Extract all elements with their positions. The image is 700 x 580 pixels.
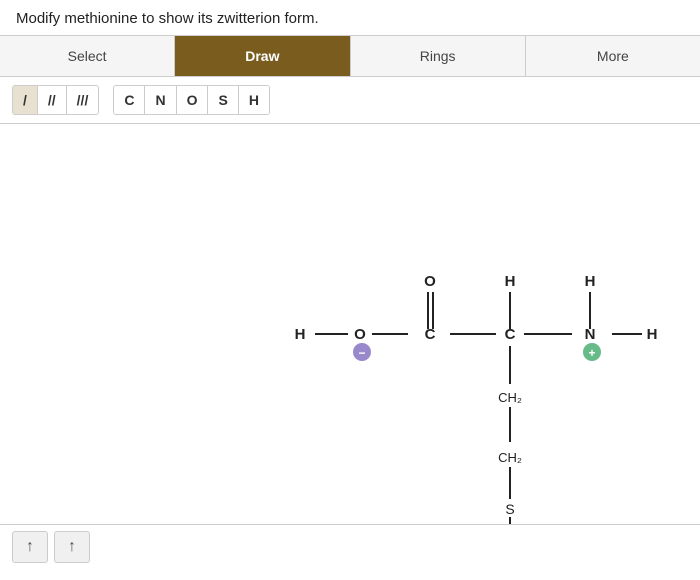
- double-bond-button[interactable]: //: [38, 86, 67, 114]
- atom-H-left: H: [295, 326, 306, 343]
- tab-bar: Select Draw Rings More: [0, 35, 700, 77]
- negative-charge-label: −: [358, 346, 365, 360]
- oxygen-button[interactable]: O: [177, 86, 209, 114]
- positive-charge-label: +: [588, 346, 595, 360]
- atom-group: C N O S H: [113, 85, 270, 115]
- atom-H-alpha-top: H: [505, 273, 516, 290]
- atom-O-top: O: [424, 273, 436, 290]
- undo-button[interactable]: ↑: [12, 531, 48, 563]
- atom-C-alpha: C: [505, 326, 516, 343]
- atom-C-carbonyl: C: [425, 326, 436, 343]
- tab-select[interactable]: Select: [0, 36, 175, 76]
- carbon-button[interactable]: C: [114, 86, 145, 114]
- atom-S: S: [505, 501, 514, 517]
- atom-N: N: [585, 326, 596, 343]
- atom-O: O: [354, 326, 366, 343]
- nitrogen-button[interactable]: N: [145, 86, 176, 114]
- hydrogen-button[interactable]: H: [239, 86, 269, 114]
- tab-rings[interactable]: Rings: [351, 36, 526, 76]
- redo-icon: ↑: [68, 538, 76, 556]
- undo-icon: ↑: [26, 538, 34, 556]
- tab-draw[interactable]: Draw: [175, 36, 350, 76]
- drawing-area[interactable]: H O C O C H N H H CH₂ CH₂ S CH₃ − +: [0, 124, 700, 524]
- bond-group: / // ///: [12, 85, 99, 115]
- redo-button[interactable]: ↑: [54, 531, 90, 563]
- atom-CH2-1: CH₂: [498, 390, 522, 405]
- single-bond-button[interactable]: /: [13, 86, 38, 114]
- tab-more[interactable]: More: [526, 36, 700, 76]
- bottom-bar: ↑ ↑: [0, 524, 700, 569]
- molecule-svg: H O C O C H N H H CH₂ CH₂ S CH₃ − +: [0, 124, 700, 524]
- triple-bond-button[interactable]: ///: [67, 86, 99, 114]
- atom-H-N-top: H: [585, 273, 596, 290]
- atom-CH2-2: CH₂: [498, 450, 522, 465]
- atom-H-N-right: H: [647, 326, 658, 343]
- sulfur-button[interactable]: S: [208, 86, 238, 114]
- toolbar: / // /// C N O S H: [0, 77, 700, 124]
- instruction-text: Modify methionine to show its zwitterion…: [0, 0, 700, 35]
